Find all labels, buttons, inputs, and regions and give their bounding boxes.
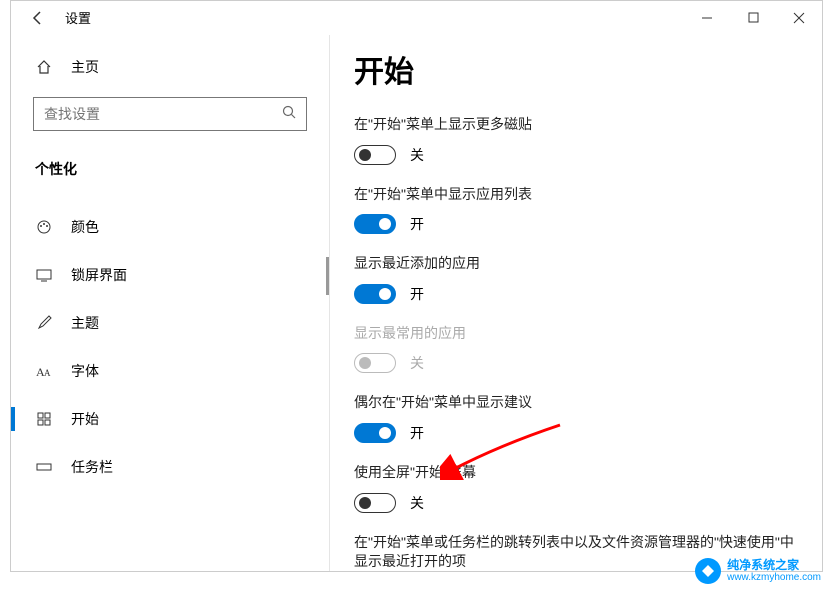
content-area: 主页 个性化 颜色 <box>11 35 822 571</box>
close-icon <box>793 12 805 24</box>
search-input[interactable] <box>44 106 282 122</box>
settings-window: 设置 主页 <box>10 0 823 572</box>
setting-recent-apps: 显示最近添加的应用 开 <box>354 254 798 304</box>
sidebar: 主页 个性化 颜色 <box>11 35 329 571</box>
toggle-most-used <box>354 353 396 373</box>
watermark: 纯净系统之家 www.kzmyhome.com <box>695 558 821 584</box>
setting-label: 显示最常用的应用 <box>354 324 798 344</box>
toggle-state: 开 <box>410 214 424 234</box>
page-title: 开始 <box>354 47 798 91</box>
sidebar-item-font[interactable]: AA 字体 <box>11 347 329 395</box>
setting-fullscreen: 使用全屏"开始"屏幕 关 <box>354 463 798 513</box>
sidebar-item-lockscreen[interactable]: 锁屏界面 <box>11 251 329 299</box>
home-label: 主页 <box>71 57 99 77</box>
toggle-recent-apps[interactable] <box>354 284 396 304</box>
toggle-state: 开 <box>410 284 424 304</box>
setting-most-used: 显示最常用的应用 关 <box>354 324 798 374</box>
maximize-icon <box>748 12 759 23</box>
setting-label: 显示最近添加的应用 <box>354 254 798 274</box>
toggle-fullscreen[interactable] <box>354 493 396 513</box>
search-box[interactable] <box>33 97 307 131</box>
setting-label: 在"开始"菜单上显示更多磁贴 <box>354 115 798 135</box>
window-controls <box>684 1 822 35</box>
taskbar-icon <box>35 458 53 476</box>
sidebar-item-taskbar[interactable]: 任务栏 <box>11 443 329 491</box>
titlebar: 设置 <box>11 1 822 35</box>
watermark-logo-icon <box>695 558 721 584</box>
window-title: 设置 <box>65 8 91 27</box>
setting-app-list: 在"开始"菜单中显示应用列表 开 <box>354 185 798 235</box>
watermark-text: 纯净系统之家 <box>727 559 821 572</box>
minimize-icon <box>701 12 713 24</box>
sidebar-item-label: 颜色 <box>71 217 99 237</box>
toggle-app-list[interactable] <box>354 214 396 234</box>
font-icon: AA <box>35 362 53 380</box>
setting-label: 使用全屏"开始"屏幕 <box>354 463 798 483</box>
home-icon <box>35 58 53 76</box>
monitor-icon <box>35 266 53 284</box>
category-label: 个性化 <box>11 149 329 193</box>
sidebar-item-color[interactable]: 颜色 <box>11 203 329 251</box>
setting-label: 偶尔在"开始"菜单中显示建议 <box>354 393 798 413</box>
toggle-state: 开 <box>410 423 424 443</box>
setting-more-tiles: 在"开始"菜单上显示更多磁贴 关 <box>354 115 798 165</box>
sidebar-item-start[interactable]: 开始 <box>11 395 329 443</box>
start-icon <box>35 410 53 428</box>
setting-label: 在"开始"菜单中显示应用列表 <box>354 185 798 205</box>
palette-icon <box>35 218 53 236</box>
search-icon <box>282 105 296 124</box>
sidebar-item-label: 锁屏界面 <box>71 265 127 285</box>
nav-list: 颜色 锁屏界面 主题 AA <box>11 193 329 491</box>
toggle-state: 关 <box>410 145 424 165</box>
svg-text:A: A <box>44 368 51 378</box>
toggle-suggestions[interactable] <box>354 423 396 443</box>
sidebar-item-label: 开始 <box>71 409 99 429</box>
minimize-button[interactable] <box>684 1 730 35</box>
toggle-state: 关 <box>410 353 424 373</box>
home-button[interactable]: 主页 <box>11 45 329 89</box>
sidebar-item-label: 字体 <box>71 361 99 381</box>
back-button[interactable] <box>19 1 57 35</box>
setting-suggestions: 偶尔在"开始"菜单中显示建议 开 <box>354 393 798 443</box>
sidebar-item-label: 任务栏 <box>71 457 113 477</box>
toggle-more-tiles[interactable] <box>354 145 396 165</box>
sidebar-item-label: 主题 <box>71 313 99 333</box>
watermark-url: www.kzmyhome.com <box>727 572 821 583</box>
main-panel: 开始 在"开始"菜单上显示更多磁贴 关 在"开始"菜单中显示应用列表 开 显示最… <box>329 35 822 571</box>
close-button[interactable] <box>776 1 822 35</box>
maximize-button[interactable] <box>730 1 776 35</box>
brush-icon <box>35 314 53 332</box>
arrow-left-icon <box>30 10 46 26</box>
sidebar-item-theme[interactable]: 主题 <box>11 299 329 347</box>
toggle-state: 关 <box>410 493 424 513</box>
